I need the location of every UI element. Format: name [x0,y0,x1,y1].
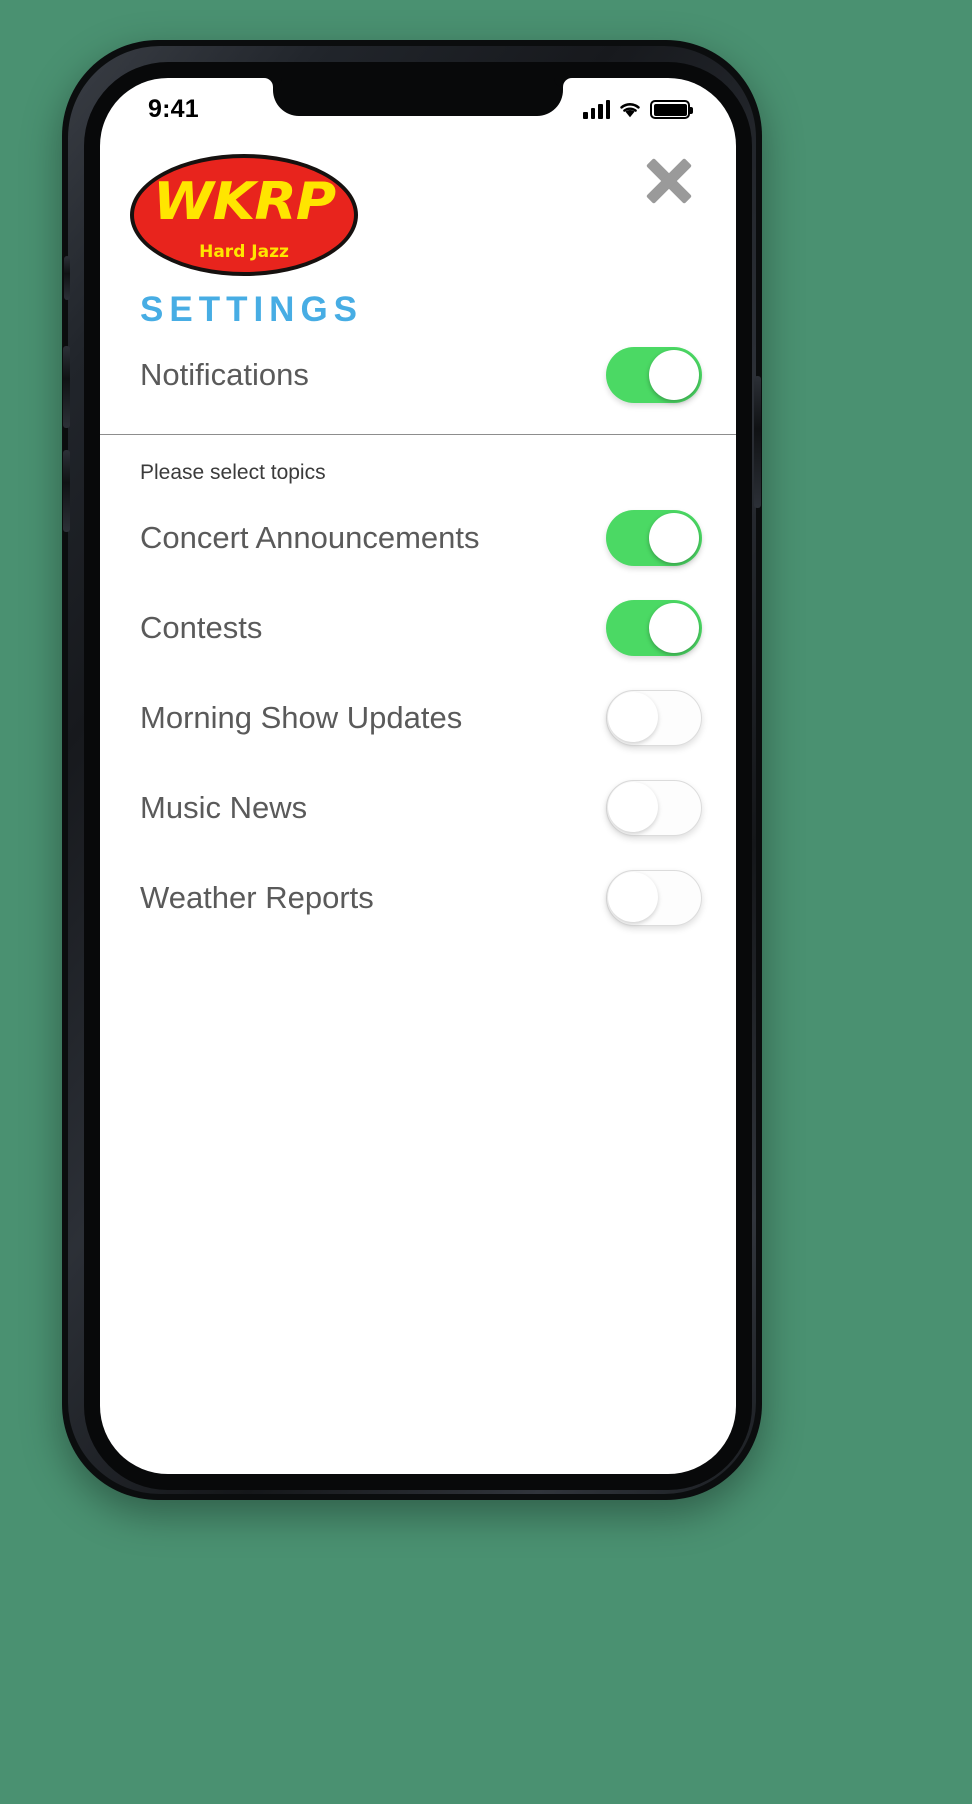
topic-toggle-morning-show-updates[interactable] [606,690,702,746]
topic-row-concert-announcements[interactable]: Concert Announcements [100,493,736,583]
app-header: WKRP Hard Jazz [100,132,736,282]
page-title: SETTINGS [140,290,364,329]
topic-toggle-music-news[interactable] [606,780,702,836]
topics-list: Concert Announcements Contests Morning S… [100,493,736,943]
toggle-knob [608,872,658,922]
notifications-row[interactable]: Notifications [100,330,736,420]
phone-body: 9:41 WKRP Hard Jazz SETTINGS Notificatio… [63,46,761,1494]
toggle-knob [649,350,699,400]
phone-screen: 9:41 WKRP Hard Jazz SETTINGS Notificatio… [100,78,736,1474]
topic-toggle-concert-announcements[interactable] [606,510,702,566]
topic-row-weather-reports[interactable]: Weather Reports [100,853,736,943]
volume-down-button[interactable] [63,450,70,532]
topic-row-morning-show-updates[interactable]: Morning Show Updates [100,673,736,763]
topic-row-contests[interactable]: Contests [100,583,736,673]
phone-mockup: 9:41 WKRP Hard Jazz SETTINGS Notificatio… [62,40,762,1500]
notifications-label: Notifications [140,357,309,392]
toggle-knob [649,513,699,563]
topics-hint: Please select topics [140,461,326,484]
logo-tagline: Hard Jazz [199,242,289,262]
topic-label: Morning Show Updates [140,700,463,735]
logo-wordmark: WKRP [152,172,336,232]
settings-screen: WKRP Hard Jazz SETTINGS Notifications Pl… [100,78,736,1474]
cellular-signal-icon [583,99,610,119]
wkrp-logo: WKRP Hard Jazz [130,154,358,276]
topic-toggle-weather-reports[interactable] [606,870,702,926]
silent-switch-button[interactable] [64,256,70,300]
power-button[interactable] [754,376,761,508]
toggle-knob [649,603,699,653]
topic-label: Contests [140,610,263,645]
status-bar-time: 9:41 [148,94,199,123]
topic-label: Weather Reports [140,880,374,915]
topic-row-music-news[interactable]: Music News [100,763,736,853]
screen-notch [273,78,563,116]
topic-label: Music News [140,790,308,825]
wifi-icon [620,103,640,118]
battery-full-icon [650,100,693,119]
toggle-knob [608,782,658,832]
topic-label: Concert Announcements [140,520,480,555]
close-icon[interactable] [638,150,700,212]
topic-toggle-contests[interactable] [606,600,702,656]
toggle-knob [608,692,658,742]
status-bar-icons [583,99,693,119]
volume-up-button[interactable] [63,346,70,428]
notifications-toggle[interactable] [606,347,702,403]
